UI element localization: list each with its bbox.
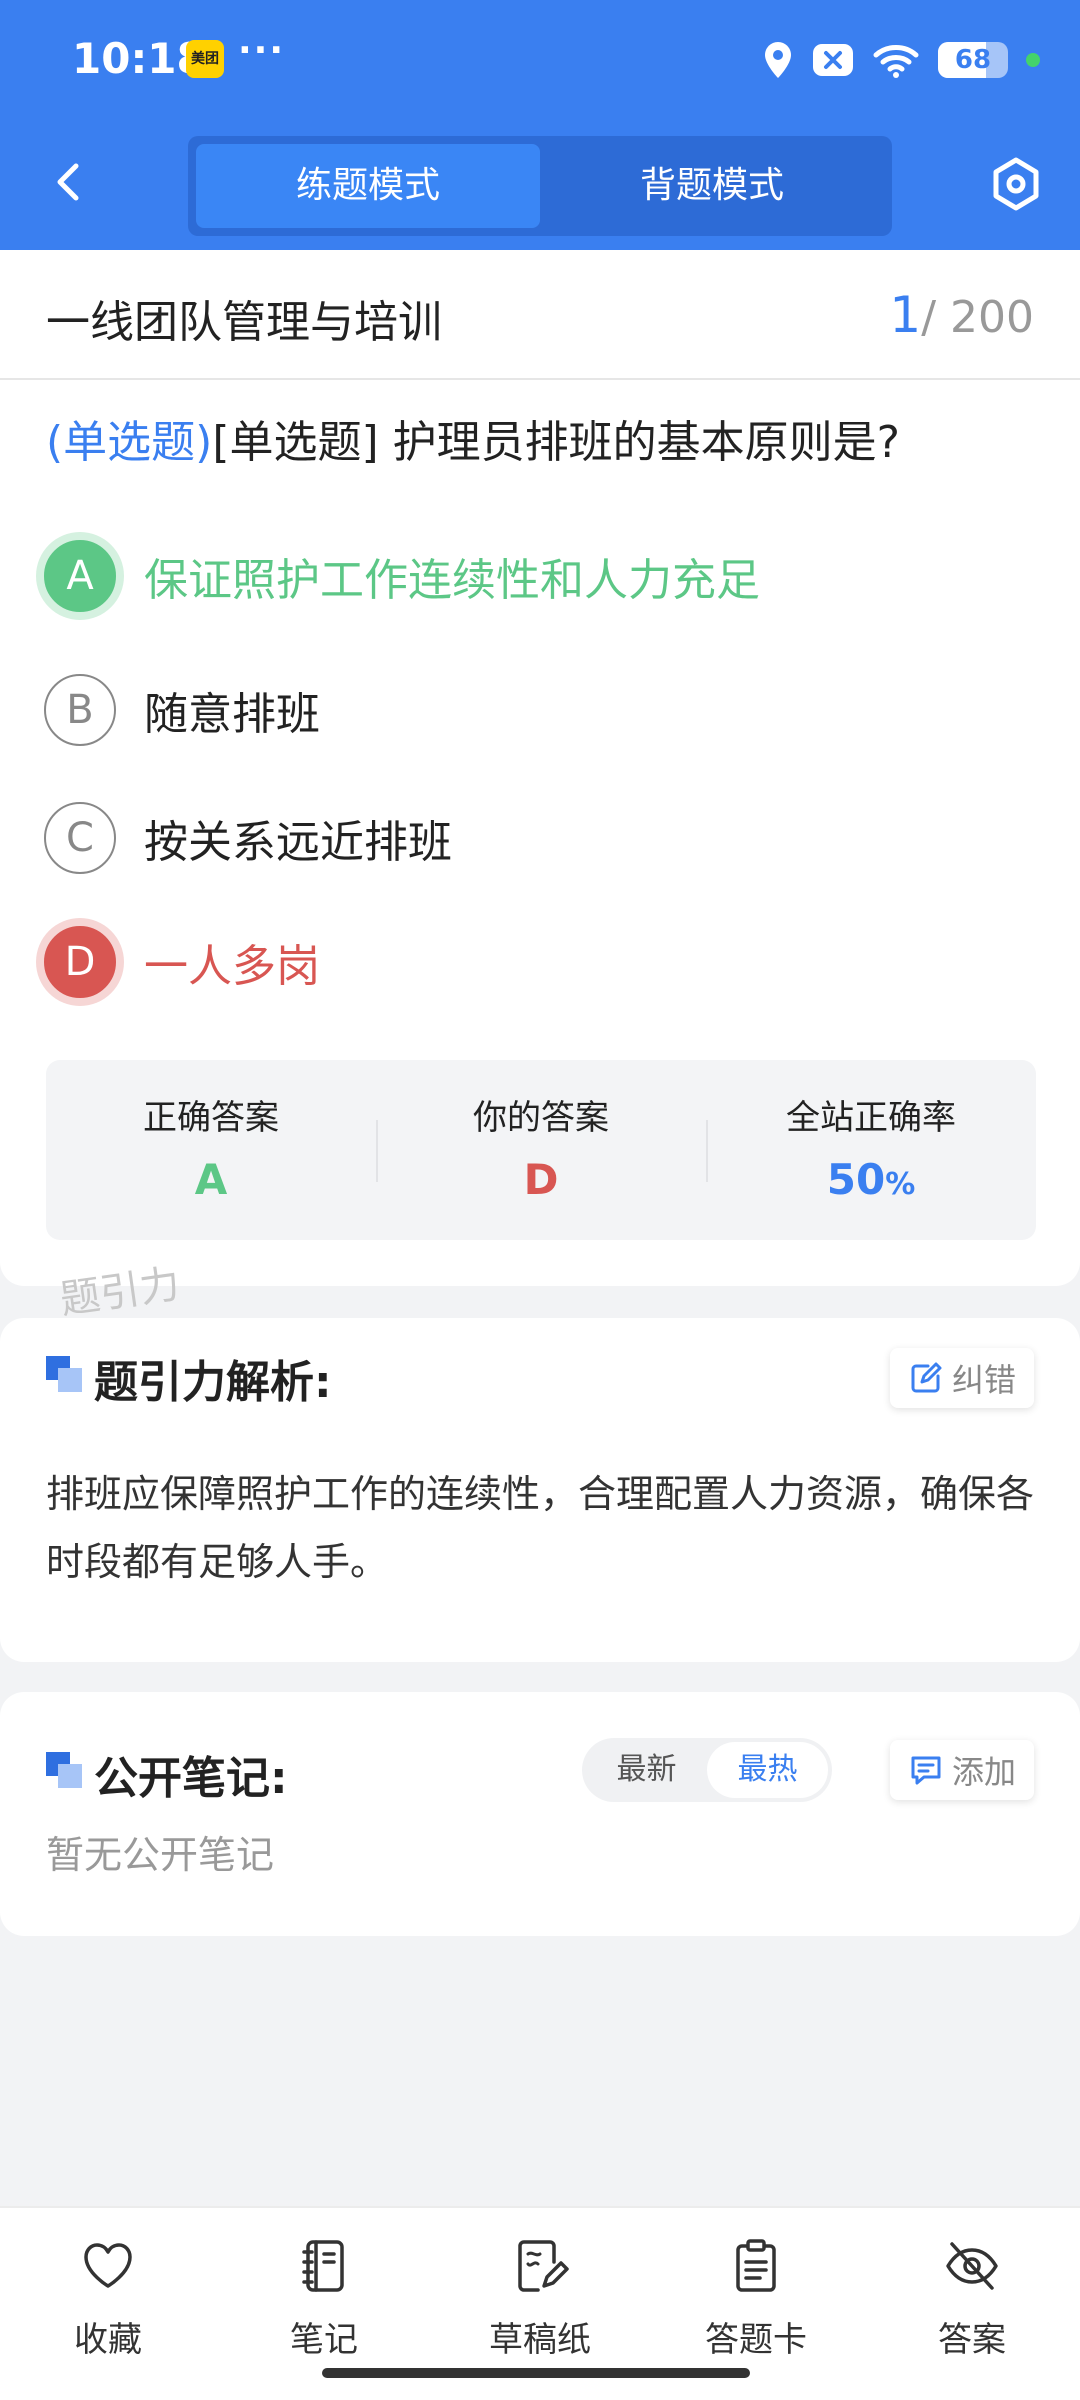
answer-card-icon xyxy=(736,2239,776,2292)
more-notifications-icon: ··· xyxy=(238,30,286,71)
rate-unit: % xyxy=(885,1167,916,1202)
empty-notes-text: 暂无公开笔记 xyxy=(46,1833,275,1877)
stat-label: 全站正确率 xyxy=(786,1098,956,1138)
back-button[interactable] xyxy=(40,152,100,212)
analysis-title: 题引力解析: xyxy=(94,1357,332,1408)
comment-icon xyxy=(911,1756,941,1785)
draft-icon xyxy=(518,2240,569,2292)
edit-icon xyxy=(911,1362,942,1393)
status-icons: 68 xyxy=(762,38,1040,82)
home-indicator[interactable] xyxy=(322,2368,750,2378)
mode-switch: 练题模式 背题模式 xyxy=(188,136,892,236)
question-card: 一线团队管理与培训 1/ 200 (单选题)[单选题] 护理员排班的基本原则是?… xyxy=(0,250,1080,1286)
question-stem: [单选题] 护理员排班的基本原则是? xyxy=(212,417,901,468)
stat-label: 你的答案 xyxy=(473,1098,609,1138)
chevron-left-icon xyxy=(57,163,79,201)
tab-practice-mode[interactable]: 练题模式 xyxy=(196,144,540,228)
question-text: (单选题)[单选题] 护理员排班的基本原则是? xyxy=(46,406,900,470)
option-b[interactable]: B 随意排班 xyxy=(44,670,1044,750)
tab-memorize-mode[interactable]: 背题模式 xyxy=(540,144,884,228)
option-letter: A xyxy=(44,540,116,612)
favorite-label: 收藏 xyxy=(74,2320,142,2360)
answer-card-label: 答题卡 xyxy=(705,2320,807,2360)
option-c[interactable]: C 按关系远近排班 xyxy=(44,798,1044,878)
settings-button[interactable] xyxy=(986,154,1046,214)
stat-correct-answer: 正确答案 A xyxy=(46,1060,376,1240)
option-letter: D xyxy=(44,926,116,998)
eye-off-icon xyxy=(946,2242,998,2290)
report-error-label: 纠错 xyxy=(951,1361,1016,1399)
option-text: 随意排班 xyxy=(144,689,320,740)
nav-bar: 练题模式 背题模式 xyxy=(0,130,1080,240)
header: 10:18 美团 ··· 68 练题模式 背题模式 xyxy=(0,0,1080,250)
stat-label: 正确答案 xyxy=(143,1098,279,1138)
chapter-title: 一线团队管理与培训 xyxy=(46,297,442,348)
answer-stats: 正确答案 A 你的答案 D 全站正确率 50% xyxy=(46,1060,1036,1240)
status-bar: 10:18 美团 ··· 68 xyxy=(0,0,1080,120)
stat-value: D xyxy=(523,1155,559,1204)
option-d[interactable]: D 一人多岗 xyxy=(44,922,1044,1002)
total-questions: / 200 xyxy=(921,292,1034,343)
rate-number: 50 xyxy=(826,1155,886,1204)
notebook-icon xyxy=(302,2240,344,2292)
option-text: 保证照护工作连续性和人力充足 xyxy=(144,555,760,606)
analysis-text: 排班应保障照护工作的连续性，合理配置人力资源，确保各时段都有足够人手。 xyxy=(46,1472,1035,1584)
notes-sort-toggle: 最新 最热 xyxy=(582,1738,832,1802)
notes-card: 公开笔记: 最新 最热 添加 暂无公开笔记 xyxy=(0,1692,1080,1936)
privacy-indicator-icon xyxy=(1026,53,1040,67)
option-text: 按关系远近排班 xyxy=(144,817,452,868)
settings-hexagon-icon xyxy=(993,157,1039,211)
option-text: 一人多岗 xyxy=(144,941,320,992)
add-note-label: 添加 xyxy=(951,1753,1016,1791)
section-square-icon xyxy=(46,1752,84,1788)
current-question-number: 1 xyxy=(889,286,922,344)
stat-your-answer: 你的答案 D xyxy=(376,1060,706,1240)
draft-paper-label: 草稿纸 xyxy=(489,2320,591,2360)
notes-title: 公开笔记: xyxy=(94,1753,288,1804)
question-header: 一线团队管理与培训 1/ 200 xyxy=(0,250,1080,380)
location-icon xyxy=(765,42,791,78)
option-letter: C xyxy=(44,802,116,874)
report-error-button[interactable]: 纠错 xyxy=(889,1348,1034,1408)
question-progress[interactable]: 1/ 200 xyxy=(889,286,1034,344)
sort-hot-tab[interactable]: 最热 xyxy=(707,1742,828,1798)
question-type-tag: (单选题) xyxy=(46,417,213,468)
notes-label: 笔记 xyxy=(290,2320,358,2360)
close-box-icon xyxy=(813,44,853,76)
heart-icon xyxy=(84,2243,132,2288)
add-note-button[interactable]: 添加 xyxy=(889,1740,1034,1800)
show-answer-button[interactable]: 答案 xyxy=(864,2208,1080,2400)
stat-value: A xyxy=(194,1155,228,1204)
stat-value: 50% xyxy=(706,1155,1036,1204)
meituan-app-icon: 美团 xyxy=(186,40,224,78)
analysis-card: 题引力解析: 纠错 排班应保障照护工作的连续性，合理配置人力资源，确保各时段都有… xyxy=(0,1318,1080,1662)
favorite-button[interactable]: 收藏 xyxy=(0,2208,216,2400)
stat-accuracy-rate: 全站正确率 50% xyxy=(706,1060,1036,1240)
battery-level: 68 xyxy=(954,45,992,75)
sort-latest-tab[interactable]: 最新 xyxy=(586,1742,707,1798)
option-letter: B xyxy=(44,674,116,746)
show-answer-label: 答案 xyxy=(938,2320,1006,2360)
option-a[interactable]: A 保证照护工作连续性和人力充足 xyxy=(44,536,1044,616)
section-square-icon xyxy=(46,1356,84,1392)
battery-icon: 68 xyxy=(938,42,1008,78)
wifi-icon xyxy=(873,45,919,78)
